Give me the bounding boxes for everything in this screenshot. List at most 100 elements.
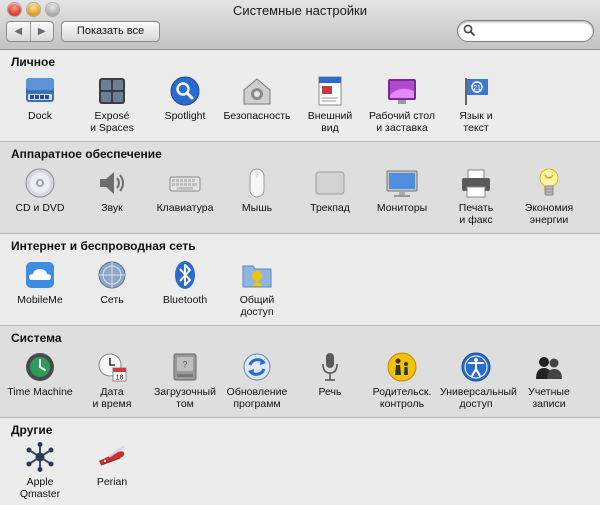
- section-title-other: Другие: [11, 423, 53, 437]
- pane-mobileme[interactable]: MobileMe: [4, 259, 76, 306]
- search-icon: [463, 24, 475, 36]
- pane-network[interactable]: Сеть: [76, 259, 148, 306]
- pane-perian[interactable]: Perian: [76, 441, 148, 488]
- section-title-personal: Личное: [11, 55, 56, 69]
- speech-icon: [322, 353, 338, 381]
- pane-displays[interactable]: Мониторы: [366, 167, 438, 214]
- search-field[interactable]: [457, 20, 594, 42]
- pane-label: Родительск. контроль: [372, 386, 432, 410]
- pane-label: Звук: [101, 202, 123, 214]
- time-machine-icon: [26, 353, 54, 381]
- pane-universal-access[interactable]: Универсальный доступ: [440, 351, 517, 410]
- section-title-internet: Интернет и беспроводная сеть: [11, 239, 196, 253]
- energy-saver-icon: [539, 168, 559, 196]
- qmaster-icon: [26, 442, 54, 472]
- window-title: Системные настройки: [232, 3, 368, 18]
- pane-parental-controls[interactable]: Родительск. контроль: [366, 351, 438, 410]
- sharing-icon: [242, 265, 272, 288]
- pane-label: Time Machine: [7, 386, 73, 398]
- pane-label: Bluetooth: [162, 294, 208, 306]
- trackpad-icon: [315, 171, 345, 195]
- pane-keyboard[interactable]: Клавиатура: [149, 167, 221, 214]
- forward-arrow-icon: ▶: [37, 26, 46, 37]
- pane-label: Учетные записи: [528, 386, 570, 410]
- section-internet: Интернет и беспроводная сеть MobileMe Се…: [0, 234, 600, 325]
- pane-accounts[interactable]: Учетные записи: [513, 351, 585, 410]
- date-time-icon: 18: [98, 353, 127, 382]
- pane-security[interactable]: Безопасность: [221, 75, 293, 122]
- system-preferences-window: Системные настройки ◀ ▶ Показать все Лич…: [0, 0, 600, 505]
- pane-label: Универсальный доступ: [440, 386, 517, 410]
- pane-label: Внешний вид: [307, 110, 353, 134]
- sound-icon: [100, 172, 124, 194]
- pane-label: Perian: [96, 476, 128, 488]
- expose-icon: [99, 78, 125, 104]
- perian-icon: [99, 445, 125, 466]
- pane-sharing[interactable]: Общий доступ: [221, 259, 293, 318]
- section-system: Система Time Machine 18 Дата и время ? З…: [0, 326, 600, 417]
- pane-label: Экономия энергии: [524, 202, 574, 226]
- svg-text:?: ?: [182, 360, 187, 370]
- pane-time-machine[interactable]: Time Machine: [4, 351, 76, 398]
- pane-spotlight[interactable]: Spotlight: [149, 75, 221, 122]
- pane-label: Apple Qmaster: [19, 476, 61, 500]
- pane-expose-spaces[interactable]: Exposé и Spaces: [76, 75, 148, 134]
- pane-appearance[interactable]: Внешний вид: [294, 75, 366, 134]
- titlebar: Системные настройки ◀ ▶ Показать все: [0, 0, 600, 50]
- section-other: Другие Apple Qmaster Perian: [0, 418, 600, 505]
- print-fax-icon: [462, 169, 490, 198]
- pane-desktop-screensaver[interactable]: Рабочий стол и заставка: [366, 75, 438, 134]
- pane-label: Обновление программ: [226, 386, 288, 410]
- forward-button[interactable]: ▶: [29, 22, 54, 41]
- pane-language-text[interactable]: 21 Язык и текст: [440, 75, 512, 134]
- pane-label: Exposé и Spaces: [90, 110, 134, 134]
- pane-date-time[interactable]: 18 Дата и время: [76, 351, 148, 410]
- accounts-icon: [536, 357, 562, 379]
- back-button[interactable]: ◀: [7, 22, 30, 41]
- security-icon: [243, 78, 271, 105]
- mouse-icon: [249, 168, 265, 198]
- pane-label: Клавиатура: [156, 202, 214, 214]
- pane-label: CD и DVD: [15, 202, 65, 214]
- cd-dvd-icon: [25, 168, 55, 198]
- pane-dock[interactable]: Dock: [4, 75, 76, 122]
- show-all-button[interactable]: Показать все: [61, 21, 160, 42]
- pane-label: Сеть: [100, 294, 124, 306]
- back-arrow-icon: ◀: [14, 26, 23, 37]
- section-hardware: Аппаратное обеспечение CD и DVD Звук Кла…: [0, 142, 600, 233]
- pane-label: Мышь: [241, 202, 273, 214]
- software-update-icon: [243, 353, 271, 381]
- pane-energy-saver[interactable]: Экономия энергии: [513, 167, 585, 226]
- pane-speech[interactable]: Речь: [294, 351, 366, 398]
- dock-icon: [26, 78, 54, 102]
- spotlight-icon: [170, 76, 200, 106]
- network-icon: [98, 261, 126, 289]
- section-title-hardware: Аппаратное обеспечение: [11, 147, 162, 161]
- pane-startup-disk[interactable]: ? Загрузочный том: [149, 351, 221, 410]
- keyboard-icon: [169, 176, 201, 192]
- desktop-icon: [388, 79, 416, 104]
- section-title-system: Система: [11, 331, 62, 345]
- pane-label: Дата и время: [92, 386, 132, 410]
- pane-print-fax[interactable]: Печать и факс: [440, 167, 512, 226]
- pane-label: Печать и факс: [458, 202, 494, 226]
- pane-apple-qmaster[interactable]: Apple Qmaster: [4, 441, 76, 500]
- universal-access-icon: [461, 352, 491, 382]
- pane-cd-dvd[interactable]: CD и DVD: [4, 167, 76, 214]
- section-personal: Личное Dock Exposé и Spaces Spotlight Бе…: [0, 50, 600, 141]
- mobileme-icon: [26, 262, 54, 288]
- pane-bluetooth[interactable]: Bluetooth: [149, 259, 221, 306]
- search-input[interactable]: [477, 23, 585, 37]
- pane-label: Безопасность: [223, 110, 291, 122]
- pane-sound[interactable]: Звук: [76, 167, 148, 214]
- pane-trackpad[interactable]: Трекпад: [294, 167, 366, 214]
- language-icon: 21: [465, 78, 488, 105]
- pane-mouse[interactable]: Мышь: [221, 167, 293, 214]
- pane-label: Рабочий стол и заставка: [369, 110, 435, 134]
- pane-label: Трекпад: [310, 202, 350, 214]
- parental-controls-icon: [387, 352, 417, 382]
- pane-label: Загрузочный том: [154, 386, 216, 410]
- nav-button-group: ◀ ▶: [6, 21, 54, 42]
- pane-label: Dock: [28, 110, 52, 122]
- pane-software-update[interactable]: Обновление программ: [221, 351, 293, 410]
